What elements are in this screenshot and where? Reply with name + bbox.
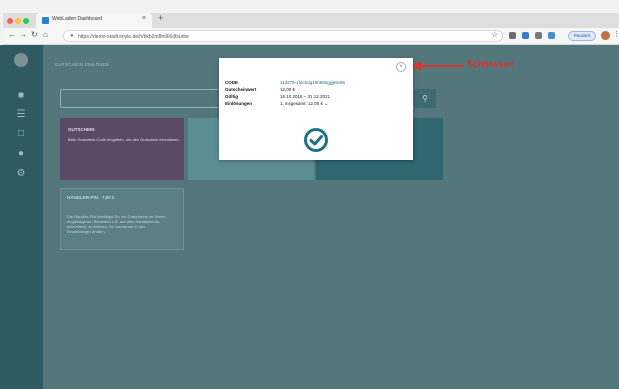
card-text: Bitte Gutschein-Code eingeben, um den Gu… [68, 137, 180, 142]
app-sidebar: ■ ☰ □ ● ⚙ [0, 45, 43, 389]
extension-icon[interactable] [535, 32, 542, 39]
search-button[interactable]: ⚲ [414, 89, 436, 108]
back-icon[interactable]: ← [8, 31, 16, 39]
info-card-gutschein: GUTSCHEIN Bitte Gutschein-Code eingeben,… [60, 118, 184, 180]
favicon-icon [42, 17, 49, 24]
haendler-pin-title: HÄNDLER-PIN · 7,50 € [67, 195, 115, 200]
code-label: CODE [225, 80, 239, 85]
users-icon[interactable]: ● [14, 147, 28, 161]
redemptions-dropdown[interactable]: 1, insgesamt: 12,00 € ⌄ [280, 101, 329, 107]
value-label: Gutscheinwert [225, 87, 257, 92]
bookmark-star-icon[interactable]: ☆ [491, 31, 498, 39]
extension-icon[interactable] [522, 32, 529, 39]
more-menu-icon[interactable]: ⋮ [613, 31, 619, 38]
document-icon[interactable]: □ [14, 127, 28, 141]
store-icon[interactable]: ■ [14, 89, 28, 103]
chevron-down-icon: ⌄ [324, 101, 329, 107]
modal-close-button[interactable]: × [396, 62, 406, 72]
home-icon[interactable]: ⌂ [43, 31, 48, 39]
haendler-pin-card: HÄNDLER-PIN · 7,50 € Die Händler-PIN ben… [60, 188, 184, 250]
voucher-details-modal: × CODE 113279-1f4cbdg19h685gjjje8c96 Gut… [219, 58, 413, 160]
reload-icon[interactable]: ↻ [31, 31, 38, 39]
maximize-window-icon[interactable] [23, 18, 29, 24]
annotation-label: Schliessen [467, 59, 515, 69]
extension-icon[interactable] [509, 32, 516, 39]
lock-icon: ● [70, 33, 74, 39]
redemptions-label: Einlösungen [225, 101, 252, 106]
check-circle-icon [304, 128, 328, 152]
new-tab-button[interactable]: + [158, 14, 163, 23]
annotation-arrow-icon [412, 61, 464, 71]
url-text: https://demo-stadt.imyle.de/h/bkb2m8m9i6… [78, 34, 189, 40]
code-value: 113279-1f4cbdg19h685gjjje8c96 [280, 80, 345, 85]
extension-icon[interactable] [548, 32, 555, 39]
forward-icon[interactable]: → [19, 31, 27, 39]
screenshot-root: WebLaden Dashboard × + ← → ↻ ⌂ ● https:/… [0, 0, 619, 389]
card-title: GUTSCHEIN [68, 127, 95, 132]
profile-paused-button[interactable]: Pausiert [568, 31, 596, 41]
minimize-window-icon[interactable] [15, 18, 21, 24]
tab-title: WebLaden Dashboard [52, 16, 102, 22]
logo-icon[interactable] [14, 53, 28, 67]
haendler-pin-text: Die Händler-PIN benötigst Du um Gutschei… [67, 214, 166, 234]
breadcrumb: GUTSCHEIN EINLÖSEN [55, 62, 110, 67]
address-bar[interactable]: ● https://demo-stadt.imyle.de/h/bkb2m8m9… [63, 30, 503, 42]
valid-value: 15.10.2018 – 31.12.2021 [280, 94, 331, 99]
valid-label: Gültig [225, 94, 238, 99]
gear-icon[interactable]: ⚙ [14, 167, 28, 181]
list-icon[interactable]: ☰ [14, 108, 28, 122]
browser-toolbar: ← → ↻ ⌂ ● https://demo-stadt.imyle.de/h/… [3, 28, 619, 45]
tab-close-button[interactable]: × [142, 15, 146, 22]
value-value: 12,00 € [280, 87, 296, 92]
redemptions-value: 1, insgesamt: 12,00 € [280, 101, 324, 106]
browser-tab[interactable]: WebLaden Dashboard × [36, 13, 152, 28]
avatar[interactable] [601, 31, 610, 40]
close-window-icon[interactable] [7, 18, 13, 24]
